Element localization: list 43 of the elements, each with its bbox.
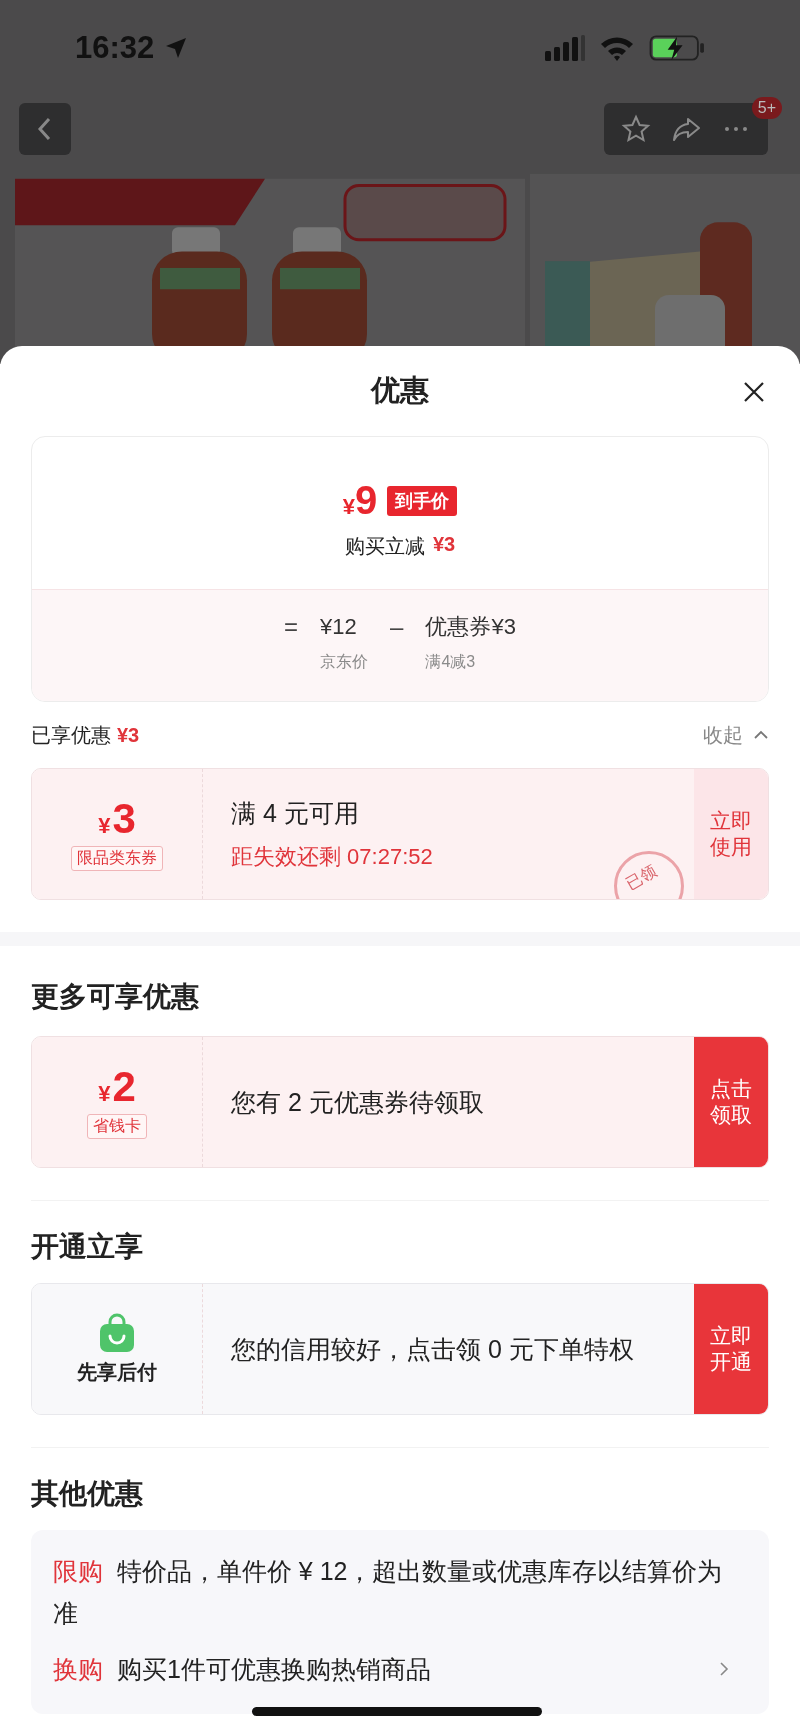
instant-discount-label: 购买立减 <box>344 534 425 559</box>
status-time: 16:32 <box>75 29 155 66</box>
coupon-tag: 省钱卡 <box>87 1113 147 1139</box>
formula-value: ¥12 <box>320 613 357 641</box>
use-coupon-button[interactable]: 立即使用 <box>694 769 768 899</box>
offer-text: 您有 2 元优惠券待领取 <box>231 1086 485 1118</box>
notification-badge: 5+ <box>751 97 782 119</box>
battery-charging-icon <box>649 34 705 61</box>
coupon-amount: ¥2 <box>98 1065 136 1108</box>
offer-text: 您的信用较好，点击领 0 元下单特权 <box>231 1333 635 1365</box>
collapse-toggle[interactable]: 收起 <box>703 721 769 749</box>
coupon-condition: 满 4 元可用 <box>231 797 360 829</box>
formula-label: 满4减3 <box>425 652 476 672</box>
formula-operator: = <box>284 612 299 642</box>
final-price: ¥9 <box>342 478 378 523</box>
enjoyed-amount: ¥3 <box>117 723 140 746</box>
close-icon <box>742 380 766 404</box>
price-tag: 到手价 <box>387 485 458 516</box>
sheet-title: 优惠 <box>371 373 429 408</box>
location-arrow-icon <box>164 35 189 60</box>
instant-discount-amount: ¥3 <box>432 533 456 557</box>
signal-icon <box>545 34 585 61</box>
service-label: 先享后付 <box>77 1359 157 1385</box>
activate-button[interactable]: 立即开通 <box>694 1284 768 1414</box>
shopping-bag-icon <box>97 1312 137 1353</box>
enjoyed-label: 已享优惠 <box>31 723 111 746</box>
section-title: 更多可享优惠 <box>31 980 200 1014</box>
section-title: 其他优惠 <box>31 1477 144 1511</box>
coupon-amount: ¥3 <box>98 797 136 840</box>
coupon-tag: 限品类东券 <box>71 845 163 871</box>
back-button[interactable] <box>19 103 71 155</box>
claimed-stamp: 已领 <box>614 851 684 899</box>
offer-text: 换购 购买1件可优惠换购热销商品 <box>53 1654 432 1685</box>
star-icon <box>621 114 651 144</box>
formula-value: 优惠券¥3 <box>425 613 516 641</box>
section-title: 开通立享 <box>31 1230 144 1264</box>
formula-label: 京东价 <box>320 652 369 672</box>
offer-text: 限购 特价品，单件价 ¥ 12，超出数量或优惠库存以结算价为准 <box>53 1556 724 1629</box>
expiry-countdown: 距失效还剩 07:27:52 <box>231 842 434 871</box>
more-icon <box>723 125 749 133</box>
formula-operator: – <box>390 612 404 642</box>
caret-icon <box>753 730 769 740</box>
claim-button[interactable]: 点击领取 <box>694 1037 768 1167</box>
